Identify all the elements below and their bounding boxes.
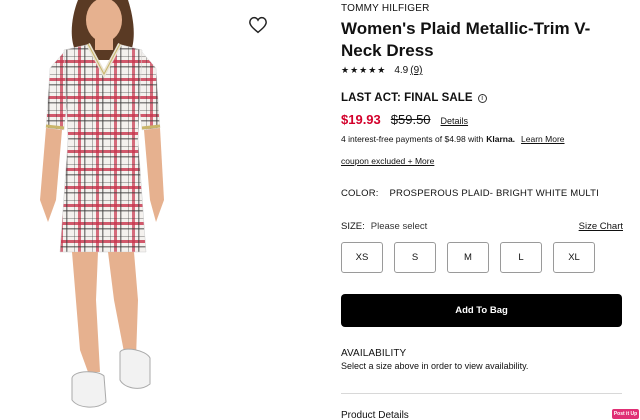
product-details-toggle[interactable]: Product Details xyxy=(341,410,409,420)
sale-price: $19.93 xyxy=(341,112,381,127)
heart-icon[interactable] xyxy=(248,16,268,34)
model-illustration xyxy=(40,0,164,408)
size-chart-link[interactable]: Size Chart xyxy=(579,221,623,232)
klarna-row: 4 interest-free payments of $4.98 with K… xyxy=(341,134,565,144)
divider xyxy=(341,393,622,394)
add-to-bag-button[interactable]: Add To Bag xyxy=(341,294,622,327)
size-option-xl[interactable]: XL xyxy=(553,242,595,273)
product-title: Women's Plaid Metallic-Trim V-Neck Dress xyxy=(341,19,591,60)
size-row: SIZE: Please select Size Chart xyxy=(341,221,623,232)
sale-label-text: LAST ACT: FINAL SALE xyxy=(341,92,473,104)
klarna-text: 4 interest-free payments of $4.98 with xyxy=(341,134,484,144)
color-value: PROSPEROUS PLAID- BRIGHT WHITE MULTI xyxy=(389,188,600,199)
original-price: $59.50 xyxy=(390,112,431,127)
info-icon[interactable]: i xyxy=(477,93,487,103)
size-option-s[interactable]: S xyxy=(394,242,436,273)
size-options: XS S M L XL xyxy=(341,242,595,273)
color-row: COLOR: PROSPEROUS PLAID- BRIGHT WHITE MU… xyxy=(341,188,599,199)
rating-value: 4.9 xyxy=(394,65,409,76)
availability-description: Select a size above in order to view ava… xyxy=(341,361,529,371)
price-details-link[interactable]: Details xyxy=(441,116,469,126)
size-selected: Please select xyxy=(370,221,428,232)
size-option-l[interactable]: L xyxy=(500,242,542,273)
klarna-logo: Klarna. xyxy=(486,134,516,144)
sale-label: LAST ACT: FINAL SALE i xyxy=(341,92,487,104)
price-row: $19.93 $59.50 Details xyxy=(341,112,468,127)
size-option-m[interactable]: M xyxy=(447,242,489,273)
color-label: COLOR: xyxy=(341,188,379,199)
pin-it-badge[interactable]: Post it Up xyxy=(612,409,639,419)
coupon-link[interactable]: coupon excluded + More xyxy=(341,156,434,166)
learn-more-link[interactable]: Learn More xyxy=(521,134,564,144)
rating-row: ★★★★★ 4.9 (9) xyxy=(341,65,422,76)
size-label: SIZE: xyxy=(341,221,365,232)
rating-stars-icon: ★★★★★ xyxy=(341,65,387,75)
availability-title: AVAILABILITY xyxy=(341,348,407,359)
size-option-xs[interactable]: XS xyxy=(341,242,383,273)
product-image[interactable] xyxy=(0,0,280,420)
brand-name[interactable]: TOMMY HILFIGER xyxy=(341,3,430,14)
rating-count-link[interactable]: (9) xyxy=(410,65,422,76)
